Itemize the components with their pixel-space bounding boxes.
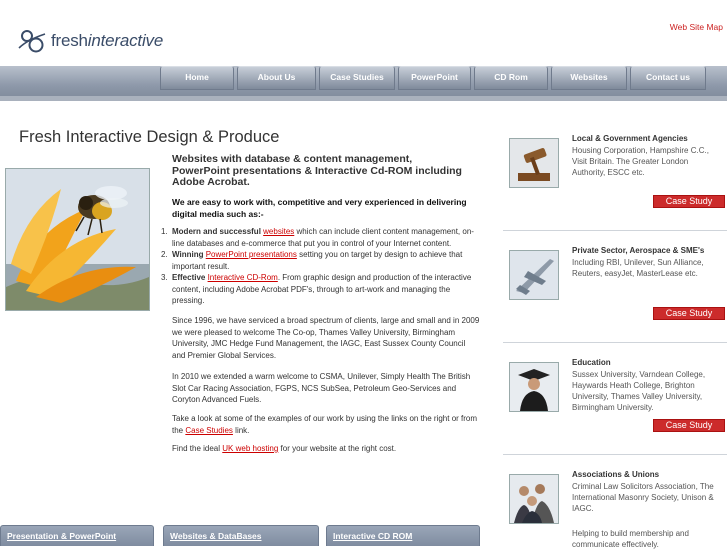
group-icon	[509, 474, 559, 524]
feature-lead: Winning	[172, 250, 206, 259]
paragraph-2010: In 2010 we extended a warm welcome to CS…	[172, 372, 471, 404]
hosting-text-end: for your website at the right cost.	[278, 444, 397, 453]
tab-powerpoint[interactable]: PowerPoint	[398, 66, 471, 90]
bottom-tab-presentation[interactable]: Presentation & PowerPoint	[0, 525, 154, 546]
hosting-text: Find the ideal	[172, 444, 223, 453]
divider	[503, 342, 727, 343]
sidebar-local-government: Local & Government Agencies Housing Corp…	[503, 134, 727, 234]
websites-link[interactable]: websites	[263, 227, 294, 236]
bottom-tab-label[interactable]: Websites & DataBases	[170, 531, 262, 541]
feature-lead: Effective	[172, 273, 208, 282]
feature-number: 3.	[161, 273, 168, 282]
sidebar-description: Sussex University, Varndean College, Hay…	[572, 370, 706, 412]
bottom-tab-label[interactable]: Interactive CD ROM	[333, 531, 412, 541]
gavel-icon	[509, 138, 559, 188]
sidebar-title: Associations & Unions	[572, 470, 660, 479]
top-links: Web Site Map	[666, 22, 723, 32]
feature-number: 1.	[161, 227, 168, 236]
sidebar-associations: Associations & Unions Criminal Law Solic…	[503, 470, 727, 549]
tab-case-studies[interactable]: Case Studies	[319, 66, 395, 90]
logo-interactive: interactive	[87, 31, 164, 50]
logo-text: freshinteractive	[51, 31, 163, 51]
sidebar-description: Including RBI, Unilever, Sun Alliance, R…	[572, 258, 704, 278]
examples-text-end: link.	[232, 425, 250, 435]
logo-mark-icon	[18, 30, 46, 53]
bee-flower-icon	[6, 169, 149, 310]
sidebar-title: Private Sector, Aerospace & SME's	[572, 246, 705, 255]
sidebar-description: Housing Corporation, Hampshire C.C., Vis…	[572, 146, 709, 177]
tab-about-us[interactable]: About Us	[237, 66, 316, 90]
page-title: Fresh Interactive Design & Produce	[19, 128, 280, 146]
case-study-button[interactable]: Case Study	[653, 419, 725, 432]
hero-bee-image	[5, 168, 150, 311]
jet-icon	[509, 250, 559, 300]
feature-list: 1. Modern and successful websites which c…	[161, 226, 480, 307]
bottom-tab-cd-rom[interactable]: Interactive CD ROM	[326, 525, 480, 546]
navbar-shadow	[0, 96, 727, 101]
top-link-site-map[interactable]: Web Site Map	[670, 22, 723, 32]
main-nav: Home About Us Case Studies PowerPoint CD…	[160, 66, 709, 90]
bottom-tab-websites[interactable]: Websites & DataBases	[163, 525, 319, 546]
sidebar-description: Criminal Law Solicitors Association, The…	[572, 482, 714, 513]
feature-item: 3. Effective Interactive CD-Rom. From gra…	[161, 272, 480, 307]
paragraph-examples: Take a look at some of the examples of o…	[172, 413, 480, 436]
case-study-button[interactable]: Case Study	[653, 195, 725, 208]
feature-item: 2. Winning PowerPoint presentations setti…	[161, 249, 480, 272]
tab-cd-rom[interactable]: CD Rom	[474, 66, 548, 90]
header: freshinteractive Web Site Map	[0, 0, 727, 70]
logo[interactable]: freshinteractive	[17, 28, 163, 54]
paragraph-2009: Since 1996, we have serviced a broad spe…	[172, 316, 480, 360]
tab-websites[interactable]: Websites	[551, 66, 627, 90]
web-hosting-link[interactable]: UK web hosting	[222, 444, 278, 453]
powerpoint-link[interactable]: PowerPoint presentations	[206, 250, 297, 259]
case-studies-link[interactable]: Case Studies	[185, 426, 233, 435]
feature-number: 2.	[161, 250, 168, 259]
feature-item: 1. Modern and successful websites which c…	[161, 226, 480, 249]
feature-lead: Modern and successful	[172, 227, 264, 236]
intro-subheading: We are easy to work with, competitive an…	[172, 197, 467, 219]
cd-rom-link[interactable]: Interactive CD-Rom	[208, 273, 278, 282]
bottom-tab-label[interactable]: Presentation & PowerPoint	[7, 531, 116, 541]
divider	[503, 230, 727, 231]
tab-contact-us[interactable]: Contact us	[630, 66, 706, 90]
sidebar-title: Local & Government Agencies	[572, 134, 688, 143]
sidebar-education: Education Sussex University, Varndean Co…	[503, 358, 727, 458]
intro-heading: Websites with database & content managem…	[172, 153, 462, 188]
case-study-button[interactable]: Case Study	[653, 307, 725, 320]
tab-home[interactable]: Home	[160, 66, 234, 90]
sidebar-title: Education	[572, 358, 611, 367]
divider	[503, 454, 727, 455]
graduate-icon	[509, 362, 559, 412]
sidebar-private-sector: Private Sector, Aerospace & SME's Includ…	[503, 246, 727, 346]
logo-fresh: fresh	[51, 31, 88, 50]
paragraph-hosting: Find the ideal UK web hosting for your w…	[172, 443, 480, 455]
sidebar-description-extra: Helping to build membership and communic…	[572, 529, 689, 549]
